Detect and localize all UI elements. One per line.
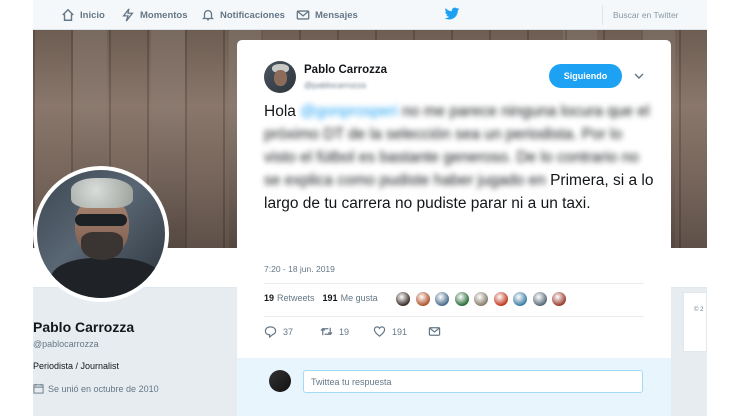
tweet-author-avatar[interactable] [264,61,296,93]
home-icon [62,8,74,21]
calendar-icon [33,383,44,394]
liker-avatar[interactable] [434,291,450,307]
nav-moments-label: Momentos [140,9,188,21]
retweets-label[interactable]: Retweets [277,293,315,303]
envelope-icon [296,10,310,20]
reply-compose-area [237,358,671,416]
liker-avatar[interactable] [414,291,431,307]
likes-label[interactable]: Me gusta [341,293,378,303]
liker-avatar[interactable] [512,291,528,307]
chevron-down-icon[interactable] [634,71,644,81]
divider [264,283,644,284]
nav-moments[interactable]: Momentos [121,7,188,23]
liker-avatar[interactable] [473,291,489,307]
tweet-author-handle[interactable]: @pablocarrozza [304,80,366,90]
avatar-body [51,258,161,298]
like-button[interactable]: 191 [373,325,407,338]
liker-avatar[interactable] [453,291,470,307]
tweet-actions: 37 19 191 [264,325,494,341]
twitter-bird-icon[interactable] [444,7,460,21]
nav-home[interactable]: Inicio [61,7,105,23]
liker-avatar[interactable] [492,291,509,307]
profile-handle[interactable]: @pablocarrozza [33,339,99,349]
profile-joined-label: Se unió en octubre de 2010 [48,383,159,394]
likes-count[interactable]: 191 [323,293,338,303]
liker-avatar[interactable] [551,291,567,307]
profile-avatar[interactable] [33,166,169,302]
profile-bio: Periodista / Journalist [33,361,120,371]
tweet-text: Hola @gonprosperi no me parece ninguna l… [264,100,654,215]
next-tweet-preview [269,405,639,415]
profile-joined: Se unió en octubre de 2010 [33,383,159,394]
nav-messages-label: Mensajes [315,9,358,21]
avatar-beard [81,232,123,260]
tweet-modal: Pablo Carrozza @pablocarrozza Siguiendo … [237,40,671,416]
side-card: © 2 [683,292,707,352]
liker-avatar[interactable] [395,291,411,307]
screenshot-frame: Inicio Momentos Notificaciones Mensajes … [33,0,707,416]
tweet-timestamp[interactable]: 7:20 - 18 jun. 2019 [264,264,335,274]
retweet-button[interactable]: 19 [320,325,349,338]
nav-messages[interactable]: Mensajes [296,7,358,23]
heart-icon [373,326,386,337]
lightning-icon [122,8,134,22]
retweet-count: 19 [339,326,350,337]
following-button[interactable]: Siguiendo [549,64,622,88]
reply-button[interactable]: 37 [264,325,293,338]
divider [264,316,644,317]
avatar-photo [37,170,165,298]
user-avatar [269,370,291,392]
profile-name: Pablo Carrozza [33,319,135,335]
search-input[interactable]: Buscar en Twitter [602,5,707,25]
reply-icon [264,326,277,338]
nav-home-label: Inicio [80,9,105,21]
likers-avatars [395,291,571,307]
reply-count: 37 [283,326,294,337]
tweet-author-name[interactable]: Pablo Carrozza [304,64,387,76]
reply-input[interactable] [303,370,643,393]
envelope-icon [428,327,441,336]
direct-message-button[interactable] [428,325,447,338]
like-count: 191 [392,326,408,337]
tweet-mention[interactable]: @gonprosperi [300,103,398,120]
nav-notifications[interactable]: Notificaciones [201,7,285,23]
avatar-hair [71,178,133,208]
tweet-text-intro: Hola [264,103,301,120]
nav-notifications-label: Notificaciones [220,9,285,21]
retweets-count[interactable]: 19 [264,293,274,303]
retweet-icon [320,327,333,336]
top-navigation: Inicio Momentos Notificaciones Mensajes … [33,0,707,30]
avatar-glasses [75,214,127,226]
bell-icon [202,9,214,21]
tweet-stats: 19 Retweets 191 Me gusta [264,293,378,303]
liker-avatar[interactable] [531,291,548,307]
